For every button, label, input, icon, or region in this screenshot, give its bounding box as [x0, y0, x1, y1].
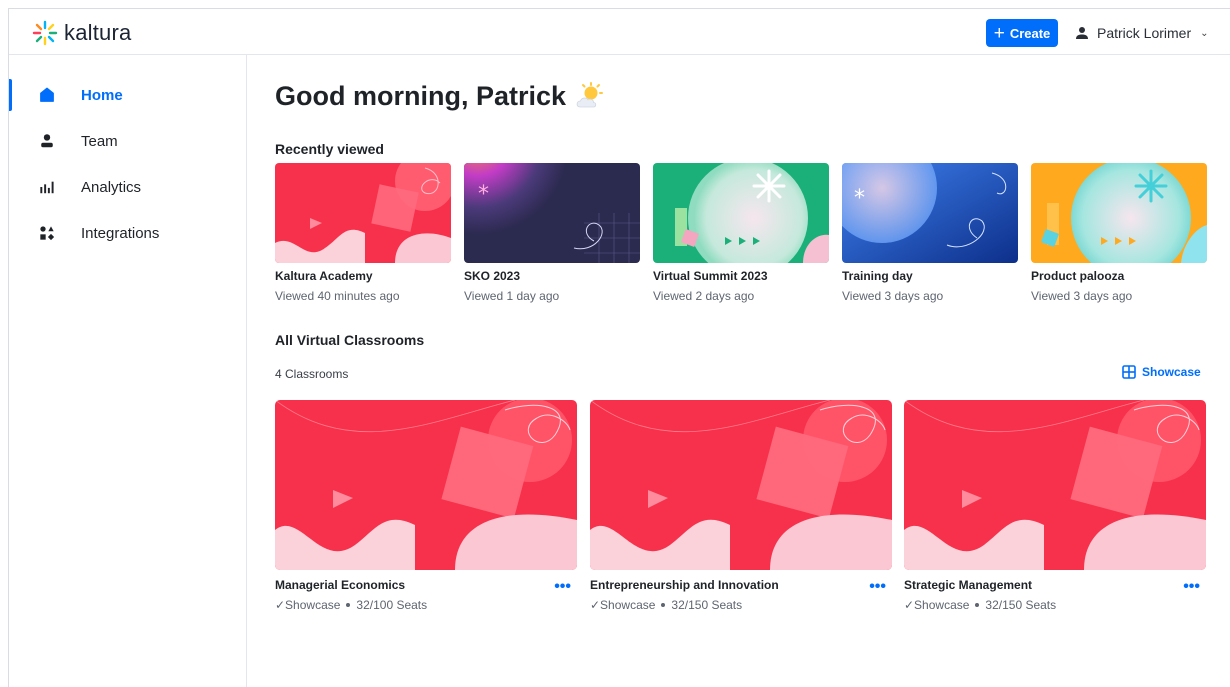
person-icon	[38, 132, 56, 150]
recent-item-title: Product palooza	[1031, 269, 1125, 283]
app-frame: kaltura + Create Patrick Lorimer ⌄ Home	[8, 8, 1230, 687]
more-options-button[interactable]: •••	[554, 579, 571, 595]
logo-text: kaltura	[64, 20, 132, 45]
classroom-card[interactable]: Strategic Management ✓Showcase 32/150 Se…	[904, 400, 1206, 612]
recent-item-title: Kaltura Academy	[275, 269, 373, 283]
user-icon	[1076, 27, 1088, 39]
classrooms-heading: All Virtual Classrooms	[275, 332, 425, 348]
separator-dot	[975, 603, 980, 607]
recent-item-card[interactable]: Kaltura Academy Viewed 40 minutes ago	[275, 163, 451, 303]
recent-item-thumbnail[interactable]: *	[842, 163, 1018, 263]
recent-item-thumbnail[interactable]: *	[464, 163, 640, 263]
bar-chart-icon	[38, 178, 56, 196]
classroom-seats: 32/150 Seats	[671, 598, 743, 612]
grid-view-icon	[1122, 365, 1136, 379]
sidebar-item-team[interactable]: Team	[9, 123, 247, 159]
navy-abstract-thumbnail: *	[464, 163, 640, 263]
classroom-seats: 32/150 Seats	[985, 598, 1057, 612]
classroom-meta: ✓Showcase 32/150 Seats	[904, 598, 1206, 612]
greeting-heading: Good morning, Patrick	[275, 81, 604, 112]
classroom-mode: ✓Showcase	[904, 598, 970, 612]
sidebar-item-label: Home	[81, 86, 123, 104]
classroom-title: Strategic Management	[904, 578, 1033, 592]
orange-abstract-thumbnail	[1031, 163, 1207, 263]
separator-dot	[661, 603, 666, 607]
recent-item-thumbnail[interactable]	[653, 163, 829, 263]
recent-item-title: Training day	[842, 269, 913, 283]
classroom-thumbnail[interactable]	[275, 400, 577, 570]
recent-item-viewed: Viewed 2 days ago	[653, 289, 755, 303]
create-button[interactable]: + Create	[986, 19, 1058, 47]
separator-dot	[346, 603, 351, 607]
classroom-meta: ✓Showcase 32/150 Seats	[590, 598, 892, 612]
classroom-title: Managerial Economics	[275, 578, 406, 592]
sidebar: Home Team Analytics Integrations	[9, 55, 247, 687]
kaltura-logo-icon	[32, 20, 58, 46]
classroom-thumbnail[interactable]	[590, 400, 892, 570]
classroom-meta: ✓Showcase 32/100 Seats	[275, 598, 577, 612]
recent-item-viewed: Viewed 3 days ago	[1031, 289, 1133, 303]
red-abstract-thumbnail	[904, 400, 1206, 570]
recent-item-viewed: Viewed 3 days ago	[842, 289, 944, 303]
recent-item-viewed: Viewed 1 day ago	[464, 289, 560, 303]
blue-abstract-thumbnail: *	[842, 163, 1018, 263]
user-name: Patrick Lorimer	[1097, 25, 1192, 41]
recent-item-card[interactable]: * SKO 2023 Viewed 1 day ago	[464, 163, 640, 303]
plus-icon: +	[993, 22, 1005, 44]
user-menu[interactable]: Patrick Lorimer ⌄	[1075, 22, 1209, 44]
kaltura-logo[interactable]: kaltura	[31, 20, 131, 46]
recent-item-card[interactable]: Virtual Summit 2023 Viewed 2 days ago	[653, 163, 829, 303]
recent-item-thumbnail[interactable]	[275, 163, 451, 263]
classroom-thumbnail[interactable]	[904, 400, 1206, 570]
classroom-mode: ✓Showcase	[590, 598, 656, 612]
home-icon	[38, 86, 56, 104]
showcase-view-label: Showcase	[1142, 365, 1201, 379]
more-options-button[interactable]: •••	[869, 579, 886, 595]
sun-cloud-icon	[576, 81, 604, 107]
recently-viewed-heading: Recently viewed	[275, 141, 384, 157]
top-bar: kaltura + Create Patrick Lorimer ⌄	[9, 9, 1230, 55]
recent-item-card[interactable]: Product palooza Viewed 3 days ago	[1031, 163, 1207, 303]
recent-item-viewed: Viewed 40 minutes ago	[275, 289, 400, 303]
recent-item-title: Virtual Summit 2023	[653, 269, 768, 283]
sidebar-item-analytics[interactable]: Analytics	[9, 169, 247, 205]
more-options-button[interactable]: •••	[1183, 579, 1200, 595]
red-abstract-thumbnail	[275, 400, 577, 570]
classroom-mode: ✓Showcase	[275, 598, 341, 612]
classroom-title: Entrepreneurship and Innovation	[590, 578, 779, 592]
integrations-icon	[38, 224, 56, 242]
svg-text:*: *	[478, 182, 489, 207]
red-abstract-thumbnail	[590, 400, 892, 570]
svg-text:*: *	[854, 186, 865, 211]
classroom-card[interactable]: Managerial Economics ✓Showcase 32/100 Se…	[275, 400, 577, 612]
sidebar-item-label: Analytics	[81, 178, 142, 196]
greeting-text: Good morning, Patrick	[275, 81, 567, 111]
classrooms-count: 4 Classrooms	[275, 367, 349, 381]
red-abstract-thumbnail	[275, 163, 451, 263]
recent-item-title: SKO 2023	[464, 269, 521, 283]
showcase-view-button[interactable]: Showcase	[1122, 365, 1201, 379]
sidebar-item-label: Team	[81, 132, 118, 150]
recent-item-card[interactable]: * Training day Viewed 3 days ago	[842, 163, 1018, 303]
create-label: Create	[1009, 25, 1051, 41]
recent-item-thumbnail[interactable]	[1031, 163, 1207, 263]
green-abstract-thumbnail	[653, 163, 829, 263]
sidebar-item-home[interactable]: Home	[9, 77, 247, 113]
classroom-card[interactable]: Entrepreneurship and Innovation ✓Showcas…	[590, 400, 892, 612]
chevron-down-icon: ⌄	[1200, 27, 1209, 39]
sidebar-item-integrations[interactable]: Integrations	[9, 215, 247, 251]
sidebar-item-label: Integrations	[81, 224, 160, 242]
classroom-seats: 32/100 Seats	[356, 598, 428, 612]
